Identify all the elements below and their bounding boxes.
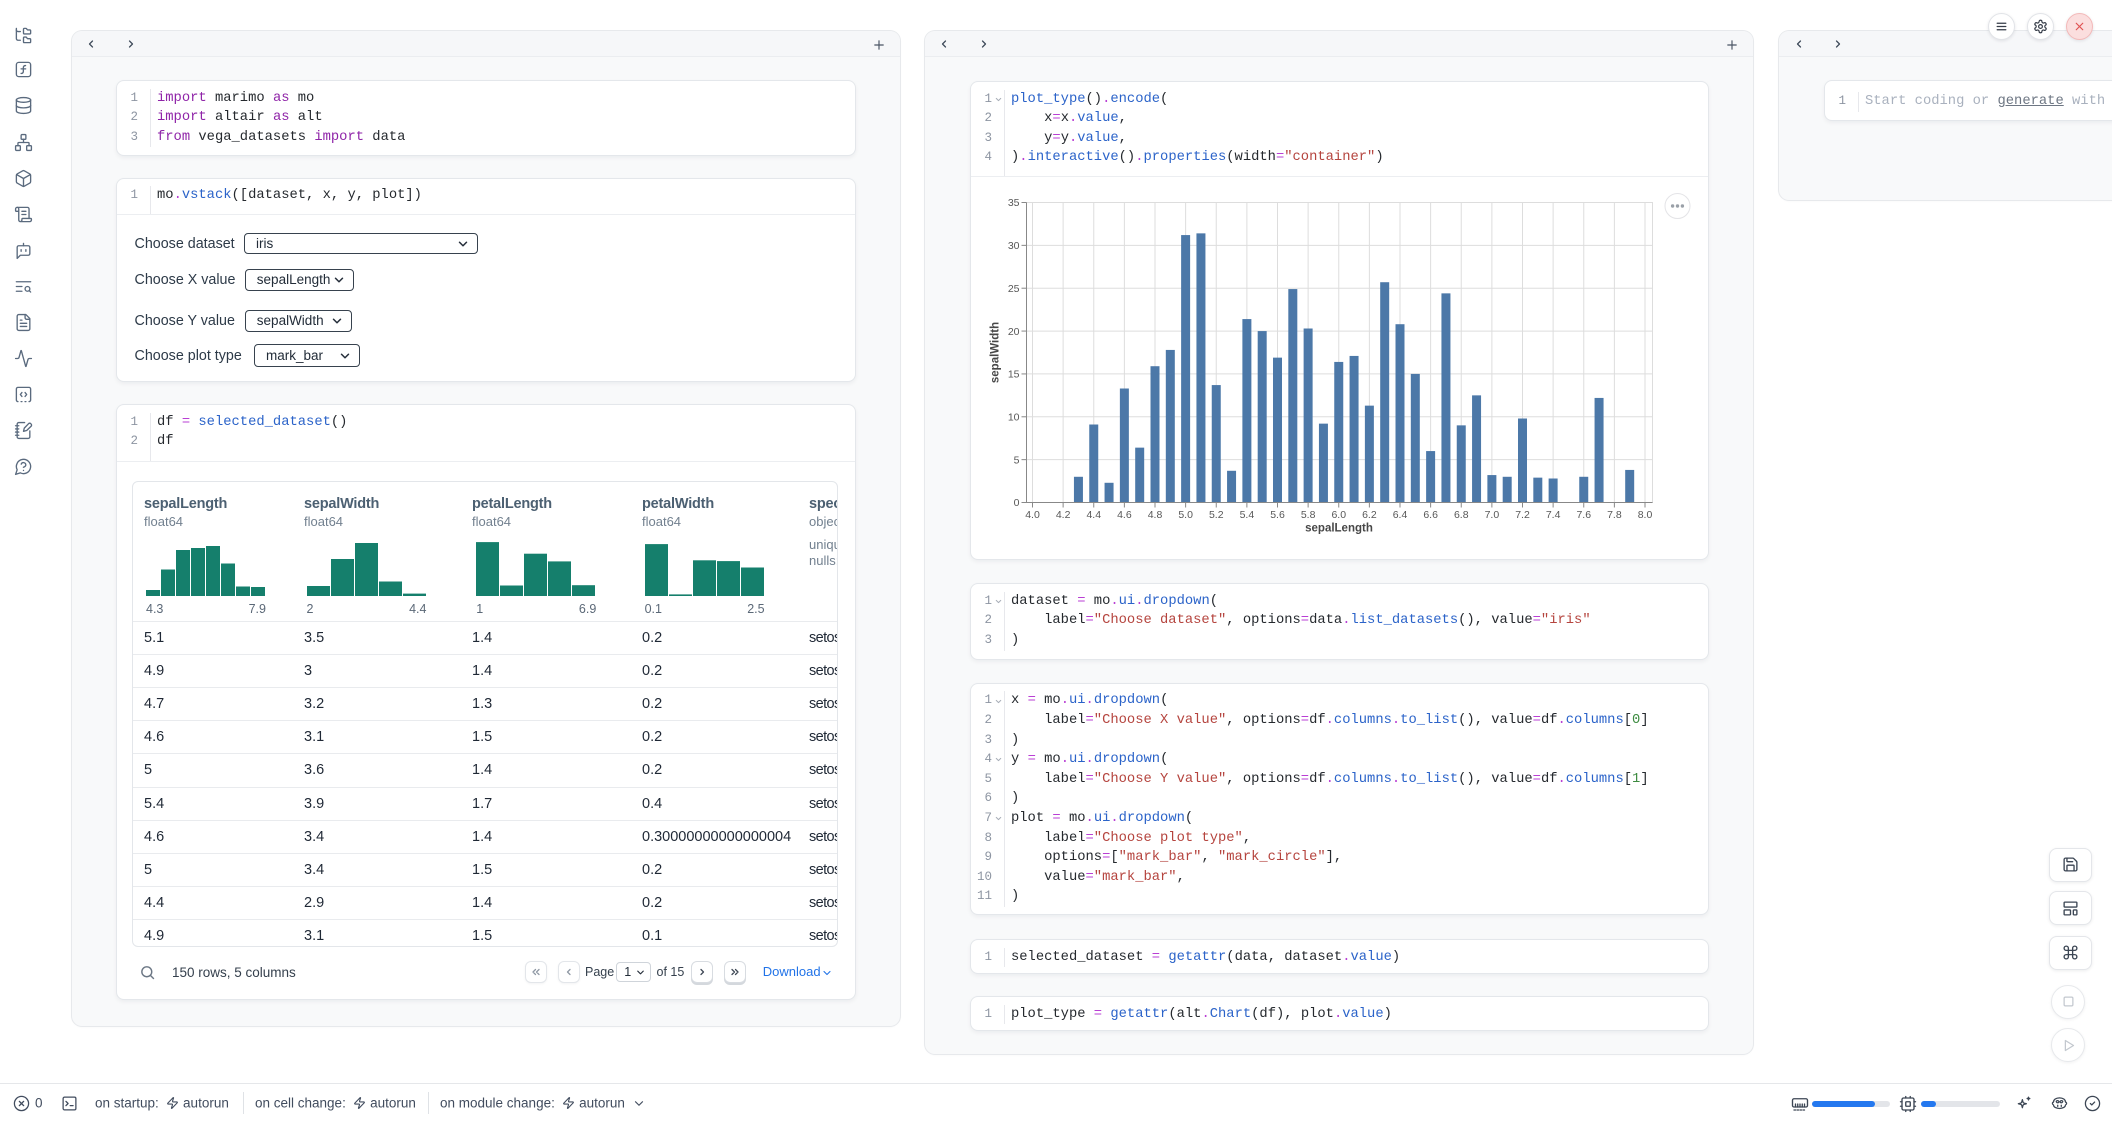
svg-text:5.6: 5.6 bbox=[1270, 509, 1285, 521]
svg-text:7.0: 7.0 bbox=[1485, 509, 1500, 521]
svg-text:7.4: 7.4 bbox=[1546, 509, 1561, 521]
svg-text:7.2: 7.2 bbox=[1515, 509, 1530, 521]
svg-text:6.8: 6.8 bbox=[1454, 509, 1469, 521]
svg-text:5.4: 5.4 bbox=[1240, 509, 1255, 521]
svg-text:8.0: 8.0 bbox=[1638, 509, 1653, 521]
svg-text:sepalLength: sepalLength bbox=[1305, 522, 1373, 534]
svg-text:25: 25 bbox=[1008, 282, 1020, 294]
svg-text:7.8: 7.8 bbox=[1607, 509, 1622, 521]
svg-text:4.2: 4.2 bbox=[1056, 509, 1071, 521]
svg-text:5: 5 bbox=[1014, 454, 1020, 466]
svg-text:6.6: 6.6 bbox=[1423, 509, 1438, 521]
svg-text:6.4: 6.4 bbox=[1393, 509, 1408, 521]
svg-text:4.6: 4.6 bbox=[1117, 509, 1132, 521]
svg-text:6.2: 6.2 bbox=[1362, 509, 1377, 521]
svg-text:5.8: 5.8 bbox=[1301, 509, 1316, 521]
svg-text:7.6: 7.6 bbox=[1576, 509, 1591, 521]
svg-text:35: 35 bbox=[1008, 197, 1020, 209]
svg-text:6.0: 6.0 bbox=[1331, 509, 1346, 521]
svg-text:5.0: 5.0 bbox=[1178, 509, 1193, 521]
svg-text:0: 0 bbox=[1014, 497, 1020, 509]
svg-text:4.4: 4.4 bbox=[1086, 509, 1101, 521]
svg-text:4.8: 4.8 bbox=[1148, 509, 1163, 521]
svg-text:10: 10 bbox=[1008, 411, 1020, 423]
svg-text:sepalWidth: sepalWidth bbox=[990, 321, 1002, 382]
svg-text:4.0: 4.0 bbox=[1025, 509, 1040, 521]
svg-text:15: 15 bbox=[1008, 368, 1020, 380]
svg-text:5.2: 5.2 bbox=[1209, 509, 1224, 521]
svg-text:30: 30 bbox=[1008, 240, 1020, 252]
svg-text:20: 20 bbox=[1008, 325, 1020, 337]
